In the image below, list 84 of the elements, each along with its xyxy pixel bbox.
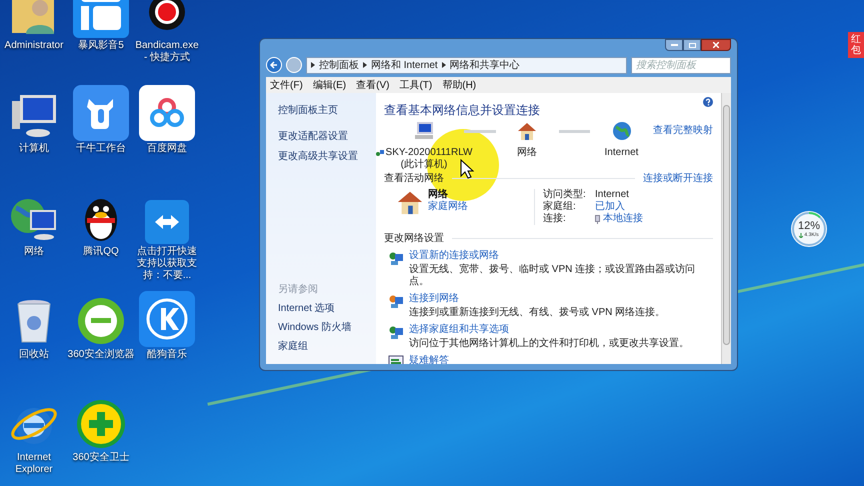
task-link[interactable]: 设置新的连接或网络 [409, 250, 713, 262]
chevron-right-icon [311, 62, 315, 68]
network-setup-icon [388, 250, 404, 266]
desktop-icon-label[interactable]: 回收站 [0, 349, 68, 361]
desktop-icon-label[interactable]: Administrator [0, 40, 68, 52]
player-app-icon [73, 0, 129, 38]
mouse-cursor-icon [460, 159, 474, 179]
ox-app-icon [73, 85, 129, 141]
task-description: 设置无线、宽带、拨号、临时或 VPN 连接；或设置路由器或访问点。 [409, 264, 696, 288]
remote-app-icon [145, 200, 189, 244]
see-also-title: 另请参阅 [278, 282, 319, 297]
desktop-icon-label[interactable]: Internet Explorer [0, 452, 68, 476]
property-label: 访问类型: [543, 189, 587, 200]
map-node-label[interactable]: 网络 [517, 147, 537, 159]
menu-item[interactable]: 文件(F) [270, 78, 303, 92]
address-bar[interactable]: 控制面板 网络和 Internet 网络和共享中心 [306, 56, 627, 74]
task-description: 连接到或重新连接到无线、有线、拨号或 VPN 网络连接。 [409, 307, 666, 319]
page-heading: 查看基本网络信息并设置连接 [384, 102, 540, 119]
close-button[interactable] [701, 39, 731, 51]
task-link[interactable]: 疑难解答 [409, 355, 449, 364]
chevron-right-icon [363, 62, 367, 68]
house-icon [516, 121, 538, 141]
desktop-icon-label[interactable]: 百度网盘 [133, 143, 201, 155]
desktop-icon-label[interactable]: 千牛工作台 [67, 143, 135, 155]
cpu-percent: 12% [798, 220, 820, 232]
connection-line [464, 130, 496, 133]
desktop-icon-label[interactable]: Bandicam.exe - 快捷方式 [133, 40, 201, 64]
desktop-icon-label[interactable]: 腾讯QQ [67, 246, 135, 258]
k-app-icon [139, 291, 195, 347]
breadcrumb-item[interactable]: 网络和 Internet [371, 58, 438, 72]
property-label: 家庭组: [543, 201, 577, 212]
section-title: 更改网络设置 [384, 232, 444, 246]
close-icon [713, 42, 719, 48]
sidebar-link[interactable]: 更改高级共享设置 [278, 149, 364, 164]
desktop-icon-label[interactable]: 点击打开快速支持以获取支持：不要... [133, 246, 201, 282]
network-adapter-icon [376, 149, 384, 157]
house-icon [396, 189, 424, 215]
task-description: 访问位于其他网络计算机上的文件和打印机，或更改共享设置。 [409, 338, 689, 350]
search-field[interactable]: 搜索控制面板 [631, 56, 731, 74]
plus-shield-icon [75, 398, 127, 450]
desktop-icon-label[interactable]: 暴风影音5 [67, 40, 135, 52]
down-arrow-icon [799, 232, 804, 238]
back-arrow-icon [270, 61, 278, 69]
computer-icon [413, 121, 435, 141]
map-node-label[interactable]: Internet [604, 147, 638, 159]
property-value: Internet [595, 189, 629, 200]
sidebar-link[interactable]: Windows 防火墙 [278, 320, 364, 335]
connect-disconnect-link[interactable]: 连接或断开连接 [643, 171, 713, 186]
sidebar-link[interactable]: 更改适配器设置 [278, 129, 364, 144]
sidebar-link[interactable]: 家庭组 [278, 339, 364, 354]
chevron-right-icon [442, 62, 446, 68]
back-button[interactable] [266, 57, 282, 73]
maximize-button[interactable] [683, 39, 701, 51]
connect-network-icon [388, 293, 404, 309]
promo-badge[interactable]: 红包 [848, 32, 864, 58]
desktop-icon-label[interactable]: 网络 [0, 246, 68, 258]
ethernet-icon [595, 214, 600, 224]
desktop-icon-label[interactable]: 360安全卫士 [67, 452, 135, 464]
sidebar-link[interactable]: 控制面板主页 [278, 103, 364, 118]
desktop-icon-label[interactable]: 计算机 [0, 143, 68, 155]
property-label: 连接: [543, 213, 567, 225]
sharing-icon [388, 324, 404, 340]
help-icon[interactable] [703, 97, 713, 107]
breadcrumb-item[interactable]: 控制面板 [319, 58, 359, 72]
menu-item[interactable]: 查看(V) [356, 78, 390, 92]
desktop-icon-label[interactable]: 360安全浏览器 [67, 349, 135, 361]
desktop-icon-label[interactable]: 酷狗音乐 [133, 349, 201, 361]
minimize-button[interactable] [665, 39, 683, 51]
menu-item[interactable]: 帮助(H) [442, 78, 476, 92]
forward-button[interactable] [286, 57, 302, 73]
menu-item[interactable]: 编辑(E) [312, 78, 346, 92]
task-link[interactable]: 连接到网络 [409, 293, 666, 305]
sidebar-link[interactable]: Internet 选项 [278, 301, 364, 316]
scrollbar[interactable] [721, 93, 731, 364]
task-link[interactable]: 选择家庭组和共享选项 [409, 324, 689, 336]
network-type-link[interactable]: 家庭网络 [428, 201, 468, 213]
full-map-link[interactable]: 查看完整映射 [653, 123, 713, 138]
property-link[interactable]: 本地连接 [603, 213, 643, 225]
menu-item[interactable]: 工具(T) [399, 78, 432, 92]
globe-icon [612, 121, 632, 141]
property-link[interactable]: 已加入 [595, 201, 625, 213]
connection-line [558, 130, 590, 133]
breadcrumb-item[interactable]: 网络和共享中心 [450, 58, 520, 72]
cloud-app-icon [139, 85, 195, 141]
